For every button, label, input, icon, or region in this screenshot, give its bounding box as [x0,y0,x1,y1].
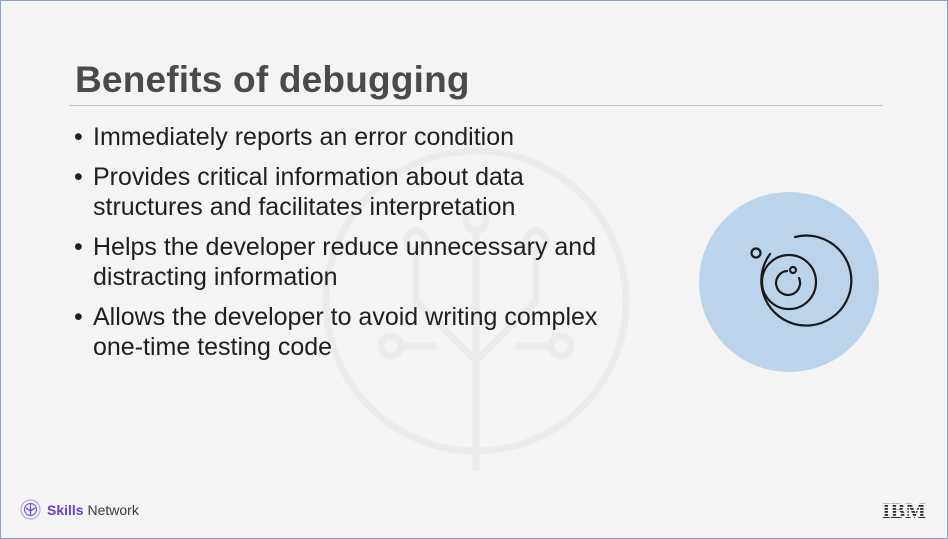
ibm-logo: IBM [882,499,926,521]
bullet-dot: • [74,303,83,331]
orbit-target-icon [750,234,853,327]
bullet-item: • Provides critical information about da… [73,162,693,222]
slide: Benefits of debugging • Immediately repo… [0,0,948,539]
bullet-text: Immediately reports an error condition [93,123,515,151]
title-divider [69,105,883,106]
bullet-text: Allows the developer to avoid writing co… [93,303,598,331]
bullet-list: • Immediately reports an error condition… [73,122,693,372]
bullet-text-continued: distracting information [93,263,338,291]
bullet-item: • Immediately reports an error condition [73,122,693,152]
skills-network-logo: Skills Network [20,499,139,520]
bullet-text-continued: structures and facilitates interpretatio… [93,193,516,221]
bullet-dot: • [74,233,83,261]
bullet-text-continued: one-time testing code [93,333,333,361]
skills-network-icon [20,499,41,520]
bullet-item: • Allows the developer to avoid writing … [73,302,693,362]
bullet-text: Helps the developer reduce unnecessary a… [93,233,597,261]
svg-text:IBM: IBM [882,499,926,521]
bullet-dot: • [74,163,83,191]
bullet-item: • Helps the developer reduce unnecessary… [73,232,693,292]
bullet-dot: • [74,123,83,151]
bullet-text: Provides critical information about data [93,163,524,191]
skills-network-wordmark: Skills Network [47,501,139,518]
slide-title: Benefits of debugging [75,59,470,100]
illustration-circle [699,192,879,372]
